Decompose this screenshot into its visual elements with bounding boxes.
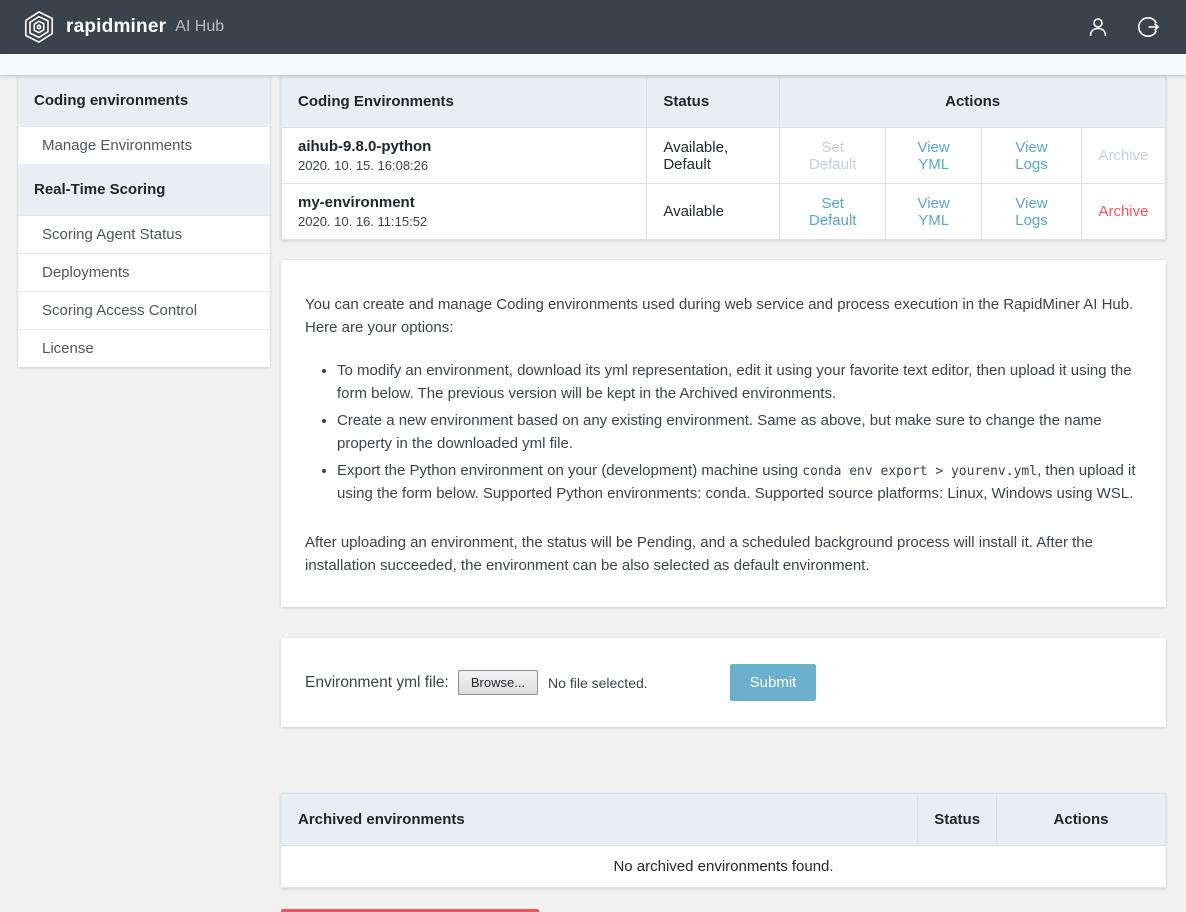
rapidminer-logo-icon <box>22 10 56 44</box>
info-panel: You can create and manage Coding environ… <box>281 260 1166 607</box>
view-yml-action[interactable]: View YML <box>886 128 982 184</box>
no-file-selected-text: No file selected. <box>548 675 648 691</box>
yml-file-label: Environment yml file: <box>305 674 449 692</box>
conda-command-code: conda env export > yourenv.yml <box>802 464 1037 479</box>
submit-button[interactable]: Submit <box>730 664 817 701</box>
col-header-archived-environments: Archived environments <box>282 794 918 846</box>
archived-header-row: Archived environments Status Actions <box>282 794 1166 846</box>
env-name: aihub-9.8.0-python <box>298 138 630 155</box>
sidebar-header-real-time-scoring: Real-Time Scoring <box>18 164 270 215</box>
product-name: AI Hub <box>175 18 224 36</box>
sidebar-item-deployments[interactable]: Deployments <box>18 253 270 291</box>
coding-environments-table: Coding Environments Status Actions aihub… <box>281 75 1166 240</box>
upload-form-panel: Environment yml file: Browse... No file … <box>281 638 1166 727</box>
archived-empty-row: No archived environments found. <box>282 846 1166 888</box>
sidebar-item-scoring-agent-status[interactable]: Scoring Agent Status <box>18 215 270 253</box>
view-logs-action[interactable]: View Logs <box>982 128 1082 184</box>
archived-environments-table: Archived environments Status Actions No … <box>281 793 1166 888</box>
brand-name: rapidminer <box>66 16 166 38</box>
info-bullet-create: Create a new environment based on any ex… <box>337 410 1142 455</box>
archived-section: Archived environments Status Actions No … <box>281 793 1166 888</box>
env-status: Available, Default <box>647 128 780 184</box>
sidebar-item-license[interactable]: License <box>18 329 270 367</box>
table-row: my-environment 2020. 10. 16. 11:15:52 Av… <box>282 184 1166 240</box>
env-name-cell: my-environment 2020. 10. 16. 11:15:52 <box>282 184 647 240</box>
no-archived-environments-text: No archived environments found. <box>282 846 1166 888</box>
sidebar-item-manage-environments[interactable]: Manage Environments <box>18 126 270 164</box>
sidebar-item-scoring-access-control[interactable]: Scoring Access Control <box>18 291 270 329</box>
view-yml-action[interactable]: View YML <box>886 184 982 240</box>
env-date: 2020. 10. 16. 11:15:52 <box>298 214 630 229</box>
table-row: aihub-9.8.0-python 2020. 10. 15. 16:08:2… <box>282 128 1166 184</box>
main-panel: Coding Environments Status Actions aihub… <box>281 75 1166 912</box>
navbar-shadow-strip <box>0 54 1186 75</box>
set-default-action[interactable]: Set Default <box>780 184 886 240</box>
env-status: Available <box>647 184 780 240</box>
archive-action-disabled: Archive <box>1081 128 1165 184</box>
info-bullet-list: To modify an environment, download its y… <box>305 360 1142 505</box>
logout-icon[interactable] <box>1136 15 1160 39</box>
sidebar-header-coding-environments: Coding environments <box>18 75 270 126</box>
info-bullet-export: Export the Python environment on your (d… <box>337 460 1142 505</box>
info-bullet-modify: To modify an environment, download its y… <box>337 360 1142 405</box>
set-default-action-disabled: Set Default <box>780 128 886 184</box>
top-navbar: rapidminer AI Hub <box>0 0 1186 54</box>
env-name-cell: aihub-9.8.0-python 2020. 10. 15. 16:08:2… <box>282 128 647 184</box>
info-intro: You can create and manage Coding environ… <box>305 294 1142 339</box>
col-header-actions: Actions <box>780 76 1166 128</box>
table-header-row: Coding Environments Status Actions <box>282 76 1166 128</box>
user-profile-icon[interactable] <box>1086 15 1110 39</box>
col-header-coding-environments: Coding Environments <box>282 76 647 128</box>
archive-action[interactable]: Archive <box>1081 184 1165 240</box>
col-header-archived-status: Status <box>918 794 997 846</box>
col-header-archived-actions: Actions <box>997 794 1166 846</box>
sidebar-nav: Coding environments Manage Environments … <box>18 75 270 367</box>
info-outro: After uploading an environment, the stat… <box>305 532 1142 577</box>
content-area: Coding environments Manage Environments … <box>0 75 1186 912</box>
view-logs-action[interactable]: View Logs <box>982 184 1082 240</box>
browse-file-button[interactable]: Browse... <box>458 670 538 695</box>
navbar-right <box>1086 15 1160 39</box>
col-header-status: Status <box>647 76 780 128</box>
env-date: 2020. 10. 15. 16:08:26 <box>298 158 630 173</box>
env-name: my-environment <box>298 194 630 211</box>
